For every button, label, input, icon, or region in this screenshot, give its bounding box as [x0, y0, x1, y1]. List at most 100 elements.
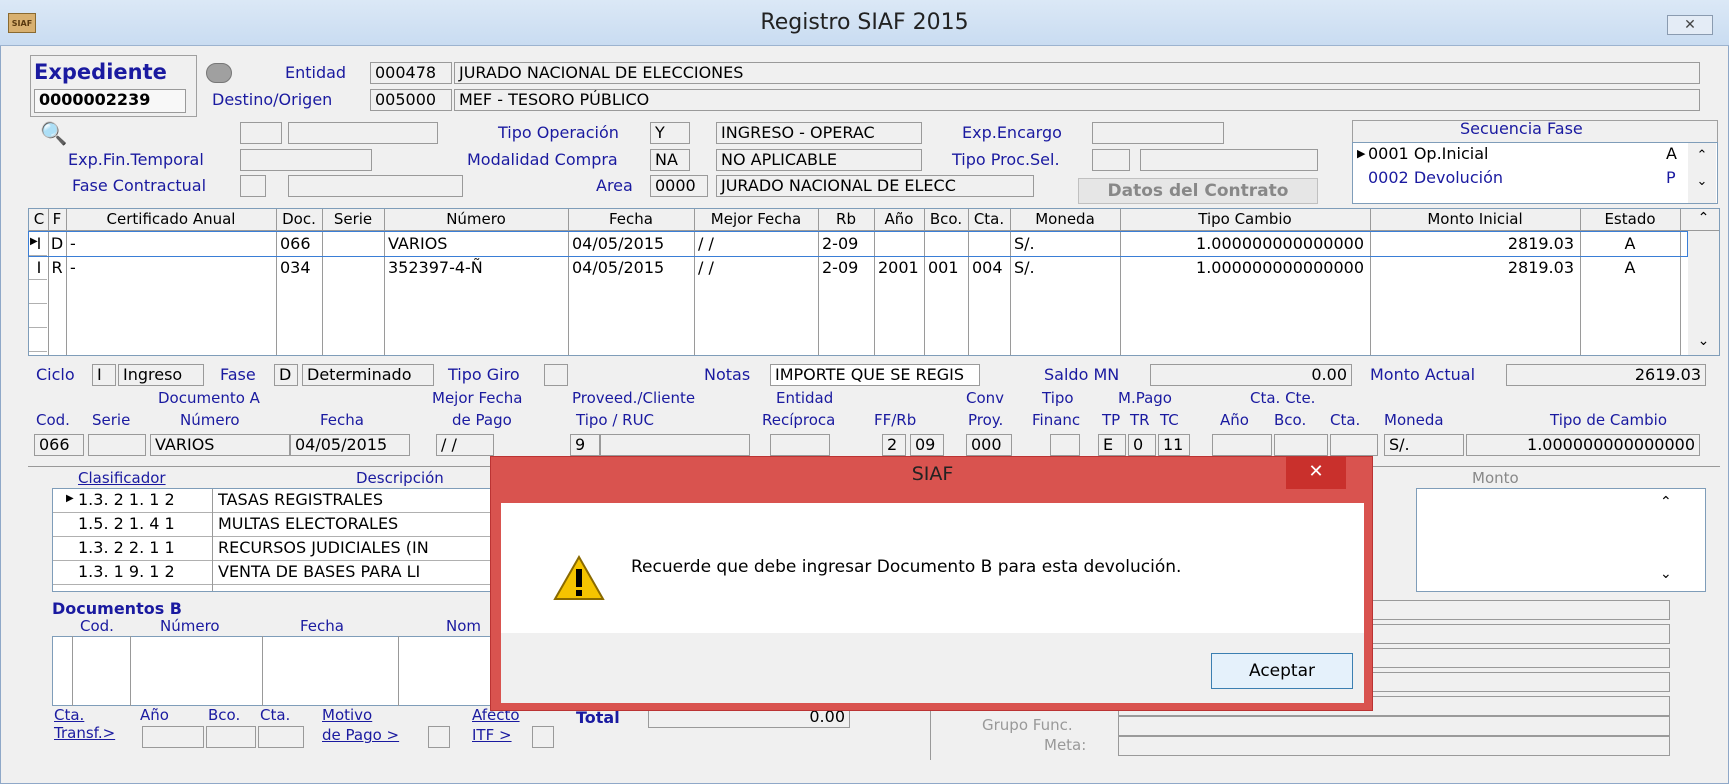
- window-close-button[interactable]: ✕: [1667, 15, 1713, 35]
- grid-column-header[interactable]: Serie: [322, 210, 384, 230]
- grid-cell: D: [50, 234, 64, 253]
- tipo-proc-sel-field[interactable]: [1140, 149, 1318, 171]
- grid-column-header[interactable]: C: [30, 210, 48, 230]
- grid-column-header[interactable]: Estado: [1580, 210, 1680, 230]
- destino-code: 005000: [370, 89, 452, 111]
- grid-column-header[interactable]: Monto Inicial: [1370, 210, 1580, 230]
- row-separator: [53, 536, 493, 537]
- proy-label: Proy.: [968, 411, 1004, 429]
- area-code[interactable]: 0000: [650, 175, 708, 197]
- aceptar-button[interactable]: Aceptar: [1211, 653, 1353, 689]
- chevron-down-icon[interactable]: ⌄: [1688, 333, 1719, 355]
- secuencia-row[interactable]: 0002 Devolución: [1368, 167, 1503, 189]
- grid-column-header[interactable]: Mejor Fecha: [694, 210, 818, 230]
- docb-bco-field[interactable]: [206, 726, 256, 748]
- itf-field[interactable]: [532, 726, 554, 748]
- documentos-b-list: [52, 636, 494, 706]
- secuencia-scrollbar[interactable]: ⌃ ⌄: [1688, 143, 1716, 203]
- doc-a-ruc[interactable]: [600, 434, 750, 456]
- motivo-link[interactable]: Motivo: [322, 706, 372, 724]
- tipo-giro-field[interactable]: [544, 364, 568, 386]
- doc-a-fecha[interactable]: 04/05/2015: [290, 434, 410, 456]
- itf-link[interactable]: ITF >: [472, 726, 512, 744]
- doc-a-conv[interactable]: 000: [966, 434, 1012, 456]
- row-separator: [29, 255, 47, 256]
- grid-column-header[interactable]: Doc.: [276, 210, 322, 230]
- doc-a-tc[interactable]: 11: [1158, 434, 1190, 456]
- doc-a-cta[interactable]: [1330, 434, 1378, 456]
- grid-column-header[interactable]: Rb: [818, 210, 874, 230]
- entidad-name: JURADO NACIONAL DE ELECCIONES: [454, 62, 1700, 84]
- binoculars-icon[interactable]: 🔍: [40, 122, 67, 147]
- blank-field-b[interactable]: [288, 122, 438, 144]
- datos-contrato-button[interactable]: Datos del Contrato: [1078, 178, 1318, 204]
- doc-a-cod[interactable]: 066: [34, 434, 84, 456]
- docb-fecha-header: Fecha: [300, 617, 344, 635]
- docb-cta-field[interactable]: [258, 726, 304, 748]
- transf-link[interactable]: Transf.>: [54, 724, 115, 742]
- fase-contractual-field[interactable]: [288, 175, 463, 197]
- cta-transf-link[interactable]: Cta.: [54, 706, 84, 724]
- doc-a-tr[interactable]: 0: [1128, 434, 1156, 456]
- doc-a-ff[interactable]: 2: [882, 434, 906, 456]
- ciclo-code: I: [92, 364, 116, 386]
- descripcion-header: Descripción: [356, 469, 444, 487]
- doc-a-tipo-cambio[interactable]: 1.000000000000000: [1466, 434, 1700, 456]
- exp-fin-temporal-field[interactable]: [240, 149, 372, 171]
- secuencia-row[interactable]: 0001 Op.Inicial: [1368, 143, 1488, 165]
- doc-a-numero[interactable]: VARIOS: [150, 434, 290, 456]
- grid-column-header[interactable]: Bco.: [924, 210, 968, 230]
- doc-a-tipo[interactable]: 9: [570, 434, 600, 456]
- grid-column-header[interactable]: Año: [874, 210, 924, 230]
- blank-field-a[interactable]: [240, 122, 282, 144]
- doc-a-rb[interactable]: 09: [910, 434, 944, 456]
- modalidad-compra-code[interactable]: NA: [650, 149, 690, 171]
- tipo-proc-sel-code[interactable]: [1092, 149, 1130, 171]
- doc-a-tipo-financ[interactable]: [1050, 434, 1080, 456]
- clasificador-code[interactable]: 1.3. 2 2. 1 1: [78, 538, 175, 557]
- doc-a-tp[interactable]: E: [1098, 434, 1126, 456]
- chevron-down-icon[interactable]: ⌄: [1688, 169, 1716, 195]
- grid-column-header[interactable]: Cta.: [968, 210, 1010, 230]
- grid-column-header[interactable]: Certificado Anual: [66, 210, 276, 230]
- grid-cell: 04/05/2015: [572, 234, 665, 253]
- grid-column-header[interactable]: F: [48, 210, 66, 230]
- entidad-group: Entidad: [776, 389, 834, 407]
- motivo-field[interactable]: [428, 726, 450, 748]
- doc-a-entidad[interactable]: [770, 434, 830, 456]
- fase-contractual-code[interactable]: [240, 175, 266, 197]
- doc-a-mejor-fecha[interactable]: / /: [436, 434, 494, 456]
- exp-encargo-field[interactable]: [1092, 122, 1224, 144]
- grid-column-header[interactable]: Número: [384, 210, 568, 230]
- doc-a-bco[interactable]: [1274, 434, 1328, 456]
- tipo-operacion-code[interactable]: Y: [650, 122, 690, 144]
- clasificador-code[interactable]: 1.5. 2 1. 4 1: [78, 514, 175, 533]
- grid-column-header[interactable]: Moneda: [1010, 210, 1120, 230]
- secuencia-status: A: [1666, 144, 1677, 163]
- doc-a-anio[interactable]: [1212, 434, 1272, 456]
- dialog-close-button[interactable]: ✕: [1286, 457, 1346, 489]
- row-pointer-icon: ▶: [30, 236, 38, 247]
- grid-column-header[interactable]: Tipo Cambio: [1120, 210, 1370, 230]
- grid-column-header[interactable]: Fecha: [568, 210, 694, 230]
- clasificador-code[interactable]: 1.3. 2 1. 1 2: [78, 490, 175, 509]
- clasificador-description: RECURSOS JUDICIALES (IN: [218, 538, 429, 557]
- ciclo-text: Ingreso: [118, 364, 204, 386]
- chevron-down-icon[interactable]: ⌄: [1660, 566, 1672, 582]
- expediente-number: 0000002239: [34, 89, 186, 113]
- doc-a-serie[interactable]: [88, 434, 146, 456]
- docb-anio-field[interactable]: [142, 726, 204, 748]
- row-pointer-icon: ▶: [66, 493, 74, 504]
- notas-field[interactable]: IMPORTE QUE SE REGIS: [770, 364, 980, 386]
- window-title: Registro SIAF 2015: [760, 10, 969, 35]
- saldo-mn-label: Saldo MN: [1044, 365, 1120, 384]
- chevron-up-icon[interactable]: ⌃: [1660, 494, 1672, 510]
- clasificador-code[interactable]: 1.3. 1 9. 1 2: [78, 562, 175, 581]
- chevron-up-icon[interactable]: ⌃: [1688, 210, 1719, 232]
- meta-label: Meta:: [1044, 736, 1087, 754]
- grupo-func-label: Grupo Func.: [982, 716, 1073, 734]
- chevron-up-icon[interactable]: ⌃: [1688, 143, 1716, 169]
- motivo-pago-link[interactable]: de Pago >: [322, 726, 399, 744]
- secuencia-fase-title: Secuencia Fase: [1460, 119, 1583, 138]
- doc-a-moneda[interactable]: S/.: [1384, 434, 1464, 456]
